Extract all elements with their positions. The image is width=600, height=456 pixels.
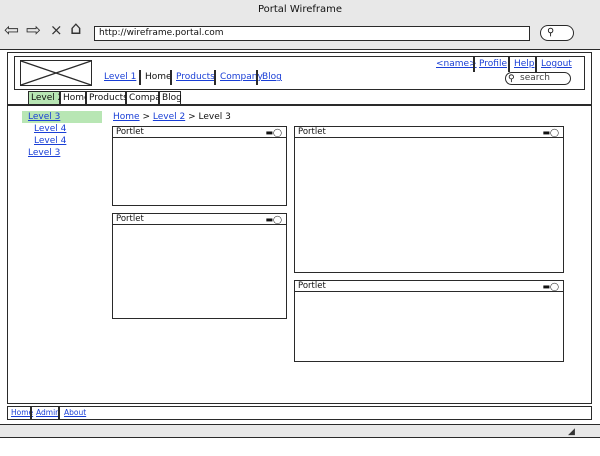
divider xyxy=(508,57,510,72)
sidebar-item-level3[interactable]: Level 3 xyxy=(28,112,60,122)
close-icon[interactable]: × xyxy=(50,21,63,39)
portlet: Portlet ▬◯ xyxy=(112,126,287,206)
logo-placeholder xyxy=(20,60,92,86)
tab-products[interactable]: Products xyxy=(86,91,128,105)
top-nav-products[interactable]: Products xyxy=(176,72,215,82)
sidebar-item-level4[interactable]: Level 4 xyxy=(34,124,66,134)
tab-blog[interactable]: Blog xyxy=(159,91,182,105)
divider xyxy=(30,407,32,419)
logout-link[interactable]: Logout xyxy=(541,59,572,69)
portlet-controls-icon[interactable]: ▬◯ xyxy=(542,127,559,138)
footer-about-link[interactable]: About xyxy=(64,408,86,417)
divider xyxy=(214,70,216,85)
portlet-title: Portlet xyxy=(298,127,326,137)
portlet: Portlet ▬◯ xyxy=(294,280,564,362)
help-link[interactable]: Help xyxy=(514,59,535,69)
breadcrumb-current: Level 3 xyxy=(198,112,231,122)
back-arrow-icon[interactable]: ⇦ xyxy=(4,22,19,40)
portlet-controls-icon[interactable]: ▬◯ xyxy=(542,281,559,292)
breadcrumb-level2[interactable]: Level 2 xyxy=(153,112,185,122)
sidebar-item-level3[interactable]: Level 3 xyxy=(28,148,60,158)
status-bar xyxy=(0,424,600,438)
search-icon: ⚲ xyxy=(547,27,555,38)
divider xyxy=(58,407,60,419)
search-icon: ⚲ xyxy=(508,74,515,84)
user-name-link[interactable]: <name> xyxy=(436,59,477,69)
portlet: Portlet ▬◯ xyxy=(294,126,564,273)
portlet-controls-icon[interactable]: ▬◯ xyxy=(265,127,282,138)
portlet-controls-icon[interactable]: ▬◯ xyxy=(265,214,282,225)
top-nav-blog[interactable]: Blog xyxy=(262,72,282,82)
breadcrumb: Home > Level 2 > Level 3 xyxy=(113,112,231,122)
portlet-title-bar: Portlet ▬◯ xyxy=(295,127,563,138)
footer-admin-link[interactable]: Admin xyxy=(36,408,60,417)
portlet-title: Portlet xyxy=(116,214,144,224)
divider xyxy=(256,70,258,85)
profile-link[interactable]: Profile xyxy=(479,59,507,69)
go-button[interactable]: ⚲ xyxy=(540,25,574,41)
resize-grip-icon[interactable]: ◢ xyxy=(568,427,575,437)
footer: Home Admin About xyxy=(7,406,592,420)
breadcrumb-separator: > xyxy=(142,112,153,122)
portlet-title: Portlet xyxy=(116,127,144,137)
divider xyxy=(170,70,172,85)
top-nav-level1[interactable]: Level 1 xyxy=(104,72,136,82)
sidebar-item-level4[interactable]: Level 4 xyxy=(34,136,66,146)
address-bar[interactable]: http://wireframe.portal.com xyxy=(94,26,530,41)
portlet-title-bar: Portlet ▬◯ xyxy=(295,281,563,292)
logo-placeholder-x xyxy=(20,60,92,86)
portlet: Portlet ▬◯ xyxy=(112,213,287,319)
forward-arrow-icon[interactable]: ⇨ xyxy=(26,22,41,40)
tab-level2[interactable]: Level 2 xyxy=(28,91,63,105)
breadcrumb-home[interactable]: Home xyxy=(113,112,140,122)
portlet-title-bar: Portlet ▬◯ xyxy=(113,214,286,225)
divider xyxy=(535,57,537,72)
window-title: Portal Wireframe xyxy=(257,4,343,15)
top-nav-home[interactable]: Home xyxy=(145,72,172,82)
divider xyxy=(473,57,475,72)
breadcrumb-separator: > xyxy=(188,112,199,122)
portlet-title: Portlet xyxy=(298,281,326,291)
home-icon[interactable]: ⌂ xyxy=(70,20,81,38)
tab-company[interactable]: Company xyxy=(126,91,172,105)
divider xyxy=(139,70,141,85)
portlet-title-bar: Portlet ▬◯ xyxy=(113,127,286,138)
tab-home[interactable]: Home xyxy=(60,91,90,105)
tab-baseline xyxy=(7,104,592,106)
